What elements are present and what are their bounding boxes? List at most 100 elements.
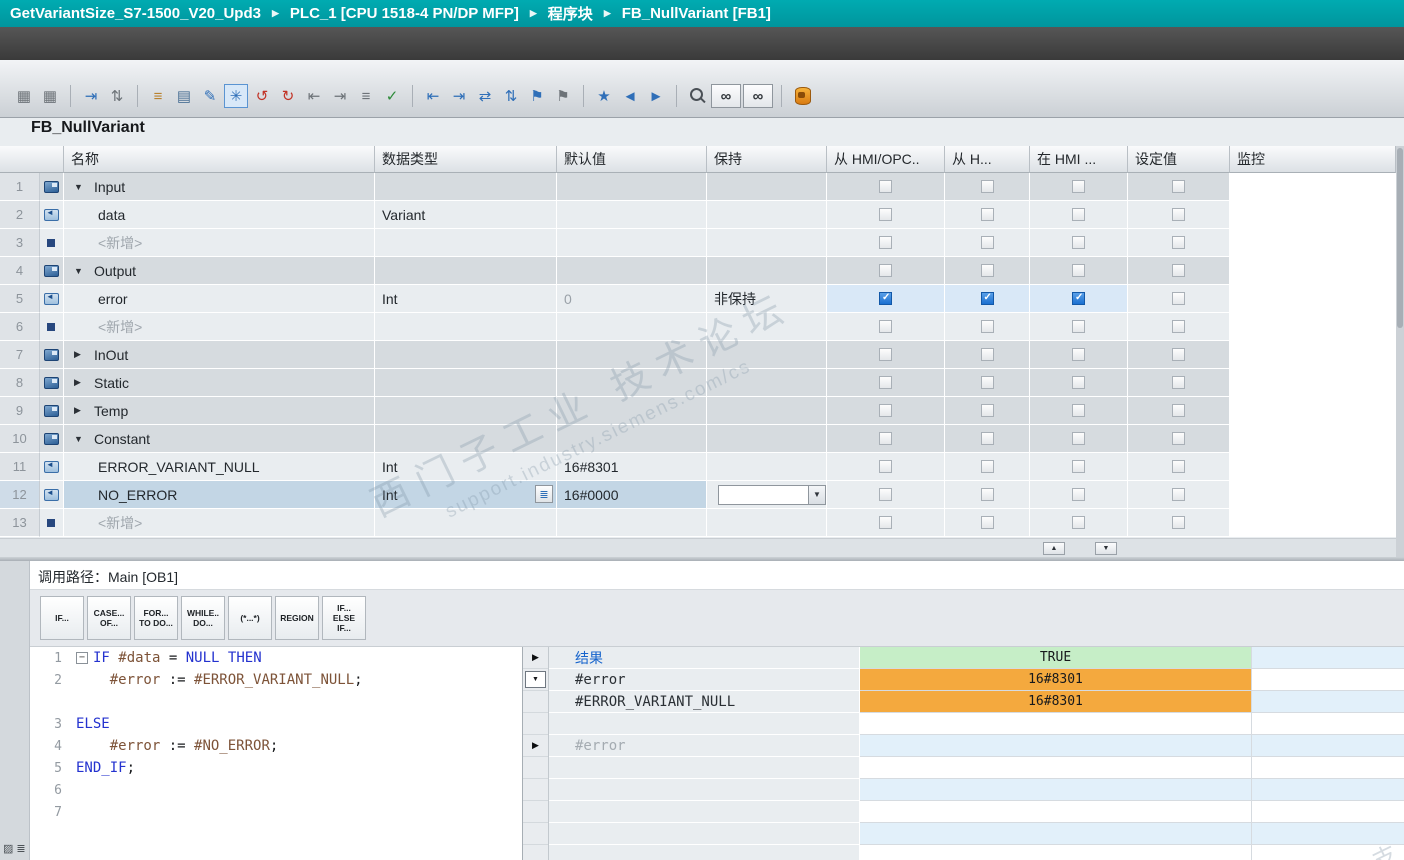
default-value-cell[interactable] <box>557 173 707 201</box>
checkbox[interactable] <box>980 292 994 305</box>
default-value-cell[interactable]: 16#0000 <box>557 481 707 509</box>
checkbox[interactable] <box>980 236 994 249</box>
checkbox[interactable] <box>1172 432 1185 445</box>
name-cell[interactable]: <新增> <box>64 509 375 537</box>
checkbox[interactable] <box>879 292 892 305</box>
checkbox[interactable] <box>1072 432 1085 445</box>
name-cell[interactable]: ▶ Temp <box>64 397 375 425</box>
breadcrumb-item[interactable]: GetVariantSize_S7-1500_V20_Upd3 <box>10 5 261 22</box>
default-value-cell[interactable] <box>557 369 707 397</box>
checkbox[interactable] <box>1072 264 1085 277</box>
checkbox[interactable] <box>1072 292 1085 305</box>
retain-cell[interactable] <box>707 229 827 257</box>
retain-cell[interactable] <box>707 313 827 341</box>
code-line[interactable]: 7 <box>30 801 522 823</box>
navigate-back-icon[interactable]: ⇤ <box>421 84 445 108</box>
row-number[interactable]: 9 <box>0 397 40 425</box>
row-number[interactable]: 11 <box>0 453 40 481</box>
expander-icon[interactable]: ▼ <box>64 182 94 192</box>
checkbox[interactable] <box>1072 488 1085 501</box>
row-number[interactable]: 2 <box>0 201 40 229</box>
default-value-cell[interactable] <box>557 341 707 369</box>
checkbox[interactable] <box>980 348 994 361</box>
code-line[interactable]: 4 #error := #NO_ERROR; <box>30 735 522 757</box>
find-icon[interactable] <box>685 84 709 108</box>
watch-value-cell[interactable]: TRUE <box>860 647 1252 669</box>
insert-row-icon[interactable]: ▦ <box>12 84 36 108</box>
name-cell[interactable]: ▼ Input <box>64 173 375 201</box>
snippet-button[interactable]: IF... <box>40 596 84 640</box>
expander-icon[interactable]: ▼ <box>64 434 94 444</box>
checkbox[interactable] <box>1172 376 1185 389</box>
watch-value-cell[interactable] <box>860 735 1252 757</box>
checkbox[interactable] <box>1072 236 1085 249</box>
default-value-cell[interactable] <box>557 397 707 425</box>
checkbox[interactable] <box>1172 264 1185 277</box>
name-cell[interactable]: ▶ Static <box>64 369 375 397</box>
checkbox[interactable] <box>879 516 892 529</box>
row-number[interactable]: 4 <box>0 257 40 285</box>
row-number[interactable]: 7 <box>0 341 40 369</box>
snippet-button[interactable]: REGION <box>275 596 319 640</box>
checkbox[interactable] <box>1072 208 1085 221</box>
dock-panel-icon[interactable]: ▨ <box>3 842 13 855</box>
expander-icon[interactable]: ▶ <box>64 405 94 416</box>
checkbox[interactable] <box>1072 376 1085 389</box>
watch-value-cell[interactable] <box>860 823 1252 845</box>
expanded-mode-icon[interactable]: ≡ <box>354 84 378 108</box>
clear-bookmarks-icon[interactable]: ⚑ <box>551 84 575 108</box>
datatype-cell[interactable] <box>375 341 557 369</box>
snippet-button[interactable]: IF... ELSE IF... <box>322 596 366 640</box>
row-number[interactable]: 13 <box>0 509 40 537</box>
retain-cell[interactable] <box>707 509 827 537</box>
checkbox[interactable] <box>879 348 892 361</box>
checkbox[interactable] <box>1172 236 1185 249</box>
checkbox[interactable] <box>1172 404 1185 417</box>
chevron-down-icon[interactable]: ▼ <box>808 485 825 504</box>
checkbox[interactable] <box>1172 320 1185 333</box>
datatype-cell[interactable]: Int <box>375 453 557 481</box>
name-cell[interactable]: ▼ Output <box>64 257 375 285</box>
datatype-cell[interactable] <box>375 397 557 425</box>
split-view-icon[interactable]: ≣ <box>16 842 25 855</box>
set-bookmark-icon[interactable]: ★ <box>592 84 616 108</box>
code-line[interactable]: 3 ELSE <box>30 713 522 735</box>
retain-cell[interactable] <box>707 341 827 369</box>
checkbox[interactable] <box>1072 180 1085 193</box>
edit-tags-icon[interactable]: ✎ <box>198 84 222 108</box>
default-value-cell[interactable] <box>557 425 707 453</box>
import-interface-icon[interactable]: ⇥ <box>79 84 103 108</box>
checkbox[interactable] <box>879 208 892 221</box>
checkbox[interactable] <box>879 488 892 501</box>
default-value-cell[interactable] <box>557 257 707 285</box>
checkbox[interactable] <box>1172 460 1185 473</box>
copy-snapshot-icon[interactable]: ⇤ <box>302 84 326 108</box>
sort-icon[interactable]: ≡ <box>146 84 170 108</box>
table-vertical-scrollbar[interactable] <box>1396 146 1404 557</box>
datatype-cell[interactable]: Variant <box>375 201 557 229</box>
datatype-cell[interactable]: Int <box>375 285 557 313</box>
row-number[interactable]: 5 <box>0 285 40 313</box>
datatype-picker-button[interactable]: ≣ <box>535 485 553 503</box>
checkbox[interactable] <box>980 180 994 193</box>
checkbox[interactable] <box>1172 488 1185 501</box>
checkbox[interactable] <box>1172 292 1185 305</box>
reset-start-values-icon[interactable]: ↺ <box>250 84 274 108</box>
row-number[interactable]: 3 <box>0 229 40 257</box>
row-number[interactable]: 10 <box>0 425 40 453</box>
retain-cell[interactable] <box>707 257 827 285</box>
fold-icon[interactable]: − <box>76 652 88 664</box>
watch-value-cell[interactable] <box>860 779 1252 801</box>
checkbox[interactable] <box>879 264 892 277</box>
default-value-cell[interactable]: 16#8301 <box>557 453 707 481</box>
default-value-cell[interactable] <box>557 313 707 341</box>
navigate-forward-icon[interactable]: ⇥ <box>447 84 471 108</box>
marker-cell[interactable]: ▶ <box>523 735 548 757</box>
monitor-modify-dropdown[interactable]: ▼ <box>525 671 546 688</box>
scroll-down-button[interactable]: ▼ <box>1095 542 1117 555</box>
snippet-button[interactable]: CASE... OF... <box>87 596 131 640</box>
checkbox[interactable] <box>879 460 892 473</box>
checkbox[interactable] <box>980 320 994 333</box>
checkbox[interactable] <box>1072 404 1085 417</box>
checkbox[interactable] <box>1172 516 1185 529</box>
